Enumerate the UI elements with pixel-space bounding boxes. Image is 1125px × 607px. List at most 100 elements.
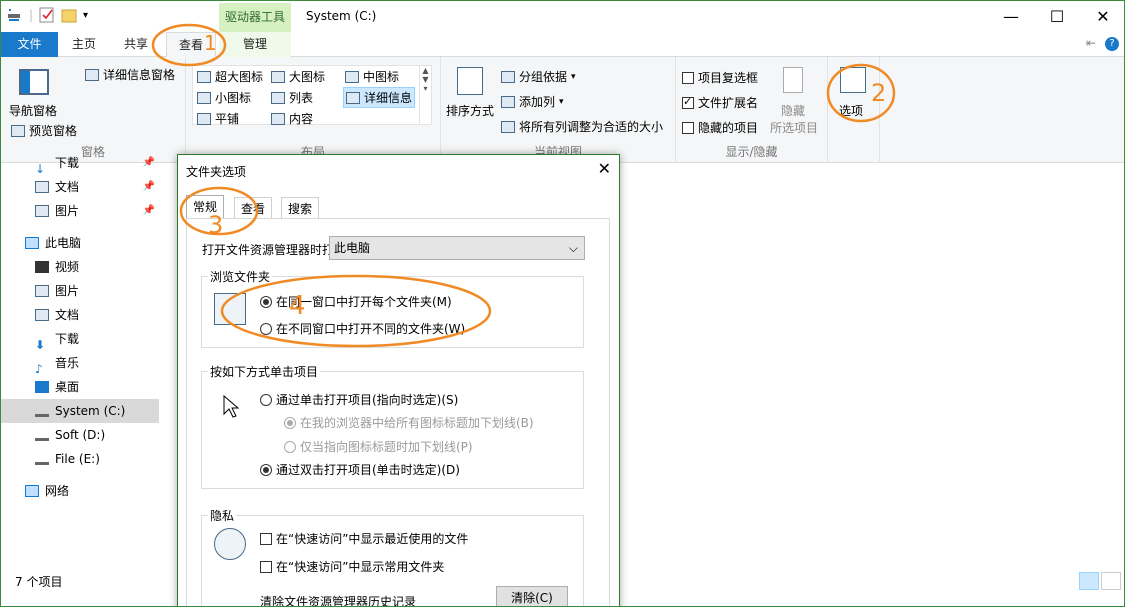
nav-item-label: 文档: [55, 180, 80, 194]
qat-dropdown-icon[interactable]: ▾: [83, 10, 88, 21]
list-icon: [271, 91, 285, 104]
browse-folders-group: 浏览文件夹 在同一窗口中打开每个文件夹(M) 在不同窗口中打开不同的文件夹(W): [201, 268, 584, 348]
nav-item-quick-documents[interactable]: 文档 📌: [1, 175, 159, 199]
layout-gallery: 超大图标 大图标 中图标 小图标 列表 详细信息 平铺 内容 ▲ ▼ ▾: [192, 65, 432, 127]
minimize-button[interactable]: —: [988, 1, 1034, 32]
underline-hover-option[interactable]: 仅当指向图标标题时加下划线(P): [284, 438, 473, 455]
nav-item-label: 桌面: [55, 380, 80, 394]
nav-item-label: 视频: [55, 260, 80, 274]
layout-label: 中图标: [363, 70, 400, 84]
nav-item-videos[interactable]: 视频: [1, 255, 159, 279]
nav-item-this-pc[interactable]: 此电脑: [1, 231, 159, 255]
nav-item-downloads[interactable]: ⬇ 下载: [1, 327, 159, 352]
preview-pane-button[interactable]: 预览窗格: [11, 122, 77, 139]
download-icon: ↓: [35, 162, 46, 176]
item-count: 7 个项目: [15, 575, 63, 589]
options-icon: [840, 67, 866, 93]
tab-file[interactable]: 文件: [1, 32, 58, 57]
recent-files-label: 在“快速访问”中显示最近使用的文件: [276, 532, 469, 546]
underline-all-option[interactable]: 在我的浏览器中给所有图标标题加下划线(B): [284, 414, 534, 431]
sort-by-icon: [457, 67, 483, 95]
layout-label: 大图标: [289, 70, 326, 84]
hidden-items-toggle[interactable]: 隐藏的项目: [682, 119, 758, 136]
group-label-show-hide: 显示/隐藏: [725, 145, 778, 159]
file-extensions-toggle[interactable]: 文件扩展名: [682, 94, 758, 111]
new-folder-icon[interactable]: [61, 7, 77, 23]
double-click-radio: [260, 463, 272, 476]
options-button[interactable]: 选项: [839, 102, 863, 119]
nav-item-system-c[interactable]: System (C:): [1, 399, 159, 423]
layout-details[interactable]: 详细信息: [343, 87, 416, 108]
layout-tiles[interactable]: 平铺: [197, 110, 239, 127]
hide-selected-icon: [783, 67, 803, 93]
item-checkboxes-checkbox: [682, 71, 694, 84]
group-panes: 导航窗格 预览窗格 详细信息窗格 窗格: [1, 57, 186, 163]
nav-item-network[interactable]: 网络: [1, 479, 159, 503]
nav-item-label: 图片: [55, 284, 80, 298]
layout-gallery-scroll[interactable]: ▲ ▼ ▾: [419, 66, 431, 124]
nav-item-quick-pictures[interactable]: 图片 📌: [1, 199, 159, 223]
layout-list[interactable]: 列表: [271, 89, 313, 106]
details-pane-button[interactable]: 详细信息窗格: [85, 66, 175, 83]
file-extensions-label: 文件扩展名: [698, 96, 759, 110]
same-window-option[interactable]: 在同一窗口中打开每个文件夹(M): [260, 293, 452, 310]
drive-icon[interactable]: [7, 7, 23, 23]
dialog-close-button[interactable]: ✕: [598, 159, 611, 178]
add-column-button[interactable]: 添加列 ▾: [501, 93, 564, 110]
pin-icon: 📌: [142, 205, 155, 216]
pin-ribbon-icon[interactable]: ⇤: [1086, 36, 1096, 50]
recent-files-option[interactable]: 在“快速访问”中显示最近使用的文件: [260, 530, 468, 547]
dialog-tab-search[interactable]: 搜索: [281, 197, 320, 219]
sort-by-button[interactable]: 排序方式: [446, 102, 494, 119]
layout-medium[interactable]: 中图标: [345, 68, 399, 85]
details-view-button[interactable]: [1079, 572, 1099, 590]
hide-selected-button[interactable]: 隐藏: [781, 102, 805, 119]
new-window-label: 在不同窗口中打开不同的文件夹(W): [276, 322, 466, 336]
single-click-option[interactable]: 通过单击打开项目(指向时选定)(S): [260, 391, 458, 408]
click-items-group: 按如下方式单击项目 通过单击打开项目(指向时选定)(S) 在我的浏览器中给所有图…: [201, 363, 584, 489]
tab-manage[interactable]: 管理: [219, 32, 291, 57]
tab-share[interactable]: 共享: [113, 32, 159, 57]
clear-history-button[interactable]: 清除(C): [496, 586, 568, 606]
new-window-option[interactable]: 在不同窗口中打开不同的文件夹(W): [260, 320, 465, 337]
nav-item-file-e[interactable]: File (E:): [1, 447, 159, 471]
open-in-select[interactable]: 此电脑 ⌵: [329, 236, 585, 260]
nav-item-desktop[interactable]: 桌面: [1, 375, 159, 399]
drive-icon: [35, 453, 49, 465]
music-icon: ♪: [35, 362, 43, 376]
double-click-option[interactable]: 通过双击打开项目(单击时选定)(D): [260, 461, 460, 478]
nav-item-soft-d[interactable]: Soft (D:): [1, 423, 159, 447]
nav-pane-button[interactable]: 导航窗格: [9, 102, 57, 119]
tab-view[interactable]: 查看: [166, 32, 216, 58]
layout-content[interactable]: 内容: [271, 110, 313, 127]
dialog-tab-view[interactable]: 查看: [234, 197, 273, 219]
drive-icon: [35, 429, 49, 441]
maximize-button[interactable]: ☐: [1034, 1, 1080, 32]
nav-item-documents[interactable]: 文档: [1, 303, 159, 327]
nav-item-pictures[interactable]: 图片: [1, 279, 159, 303]
nav-item-label: 此电脑: [45, 236, 82, 250]
nav-item-music[interactable]: ♪ 音乐: [1, 351, 159, 376]
tab-home[interactable]: 主页: [61, 32, 107, 57]
small-icons-icon: [197, 91, 211, 104]
help-icon[interactable]: ?: [1105, 37, 1119, 51]
layout-large[interactable]: 大图标: [271, 68, 325, 85]
title-bar: | ▾ 驱动器工具 System (C:) — ☐ ✕: [1, 1, 1124, 32]
large-icons-view-button[interactable]: [1101, 572, 1121, 590]
layout-small[interactable]: 小图标: [197, 89, 251, 106]
group-by-button[interactable]: 分组依据 ▾: [501, 68, 576, 85]
nav-item-quick-downloads[interactable]: ↓ 下载 📌: [1, 151, 159, 176]
item-checkboxes-toggle[interactable]: 项目复选框: [682, 69, 758, 86]
dialog-tab-general[interactable]: 常规: [186, 195, 225, 219]
fit-columns-button[interactable]: 将所有列调整为合适的大小: [501, 118, 663, 135]
frequent-folders-option[interactable]: 在“快速访问”中显示常用文件夹: [260, 558, 444, 575]
group-show-hide: 项目复选框 文件扩展名 隐藏的项目 隐藏 所选项目 显示/隐藏: [676, 57, 828, 163]
navigation-pane: ↓ 下载 📌 文档 📌 图片 📌 此电脑 视频 图片 文档 ⬇ 下载 ♪ 音乐 桌面 Sys…: [1, 156, 159, 568]
computer-icon: [25, 237, 39, 249]
properties-icon[interactable]: [39, 7, 55, 23]
nav-item-label: 下载: [55, 156, 80, 170]
single-click-label: 通过单击打开项目(指向时选定)(S): [276, 393, 459, 407]
layout-extra-large[interactable]: 超大图标: [197, 68, 263, 85]
layout-label: 详细信息: [364, 91, 413, 105]
close-button[interactable]: ✕: [1080, 1, 1124, 32]
